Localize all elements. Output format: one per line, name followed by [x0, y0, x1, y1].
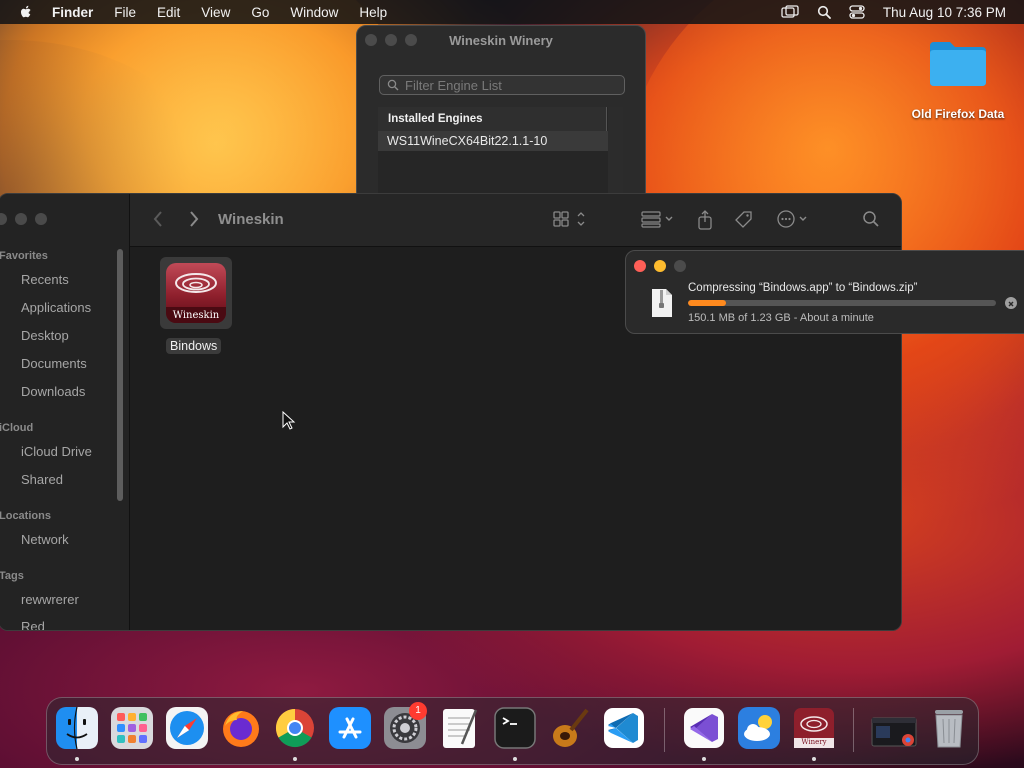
dock-running-indicator — [812, 757, 816, 761]
control-center-icon[interactable] — [849, 5, 865, 19]
wineskin-winery-window: Wineskin Winery Installed Engines WS11Wi… — [356, 25, 646, 202]
installed-engines-header[interactable]: Installed Engines — [378, 107, 607, 131]
search-icon[interactable] — [862, 210, 880, 228]
finder-toolbar: Wineskin — [130, 194, 901, 247]
group-by-icon[interactable] — [641, 210, 677, 228]
sidebar-section-locations: Locations — [0, 510, 51, 522]
desktop-folder-label: Old Firefox Data — [911, 107, 1005, 121]
dock-textedit-icon[interactable] — [438, 706, 482, 750]
dock-running-indicator — [75, 757, 79, 761]
dock-running-indicator — [513, 757, 517, 761]
sidebar-item-downloads[interactable]: Downloads — [21, 384, 85, 399]
dock-terminal-icon[interactable] — [493, 706, 537, 750]
dock-firefox-icon[interactable] — [219, 706, 263, 750]
dock-visual-studio-icon[interactable] — [682, 706, 726, 750]
dock-running-indicator — [293, 757, 297, 761]
sidebar-section-favorites: Favorites — [0, 250, 48, 262]
icon-view-icon[interactable] — [553, 210, 587, 228]
share-icon[interactable] — [697, 210, 713, 230]
close-icon — [1008, 301, 1014, 307]
dock-trash-icon[interactable] — [927, 706, 971, 750]
mouse-pointer-icon — [282, 411, 296, 430]
engine-row[interactable]: WS11WineCX64Bit22.1.1-10 — [378, 131, 608, 151]
menu-app-name[interactable]: Finder — [52, 5, 93, 20]
sidebar-section-tags: Tags — [0, 570, 24, 582]
winery-minimize-button[interactable] — [385, 34, 397, 46]
screen-mirroring-icon[interactable] — [781, 5, 799, 19]
finder-sidebar: Favorites Recents Applications Desktop D… — [0, 194, 130, 630]
progress-minimize-button[interactable] — [654, 260, 666, 272]
sidebar-item-applications[interactable]: Applications — [21, 300, 91, 315]
progress-close-button[interactable] — [634, 260, 646, 272]
menu-go[interactable]: Go — [251, 5, 269, 20]
compression-progress-panel: Compressing “Bindows.app” to “Bindows.zi… — [625, 250, 1024, 334]
dock-system-settings-icon[interactable]: 1 — [383, 702, 427, 750]
winery-close-button[interactable] — [365, 34, 377, 46]
finder-zoom-button[interactable] — [35, 213, 47, 225]
dock-separator — [664, 708, 665, 752]
forward-chevron-icon[interactable] — [188, 210, 200, 228]
dock: 1 Winery — [46, 697, 979, 765]
engine-filter-input[interactable] — [405, 77, 605, 93]
progress-message: Compressing “Bindows.app” to “Bindows.zi… — [688, 282, 918, 294]
winery-zoom-button[interactable] — [405, 34, 417, 46]
winery-titlebar[interactable]: Wineskin Winery — [357, 26, 645, 54]
dock-weather-icon[interactable] — [737, 706, 781, 750]
sidebar-item-tag-rewwrerer[interactable]: rewwrerer — [21, 592, 79, 607]
dock-launchpad-icon[interactable] — [110, 706, 154, 750]
search-icon — [387, 79, 399, 91]
finder-window-title: Wineskin — [218, 211, 284, 228]
finder-close-button[interactable] — [0, 213, 7, 225]
finder-minimize-button[interactable] — [15, 213, 27, 225]
compression-progress-bar — [688, 300, 996, 306]
sidebar-scrollbar[interactable] — [117, 249, 123, 501]
notification-badge: 1 — [409, 702, 427, 720]
sidebar-item-network[interactable]: Network — [21, 532, 69, 547]
progress-zoom-button[interactable] — [674, 260, 686, 272]
apple-menu-icon[interactable] — [18, 4, 34, 20]
spotlight-search-icon[interactable] — [817, 5, 831, 19]
menu-help[interactable]: Help — [359, 5, 387, 20]
zip-file-icon — [652, 289, 672, 317]
dock-winery-label: Winery — [801, 738, 827, 746]
bindows-app-icon[interactable]: Wineskin — [160, 257, 232, 329]
menu-edit[interactable]: Edit — [157, 5, 180, 20]
menu-bar: Finder File Edit View Go Window Help Thu… — [0, 0, 1024, 24]
engine-list-scrollbar[interactable] — [608, 107, 623, 201]
sidebar-item-documents[interactable]: Documents — [21, 356, 87, 371]
tag-icon[interactable] — [734, 210, 754, 230]
sidebar-section-icloud: iCloud — [0, 422, 34, 434]
dock-finder-icon[interactable] — [55, 706, 99, 750]
dock-safari-icon[interactable] — [165, 706, 209, 750]
sidebar-item-icloud-drive[interactable]: iCloud Drive — [21, 444, 92, 459]
menu-file[interactable]: File — [114, 5, 136, 20]
menu-window[interactable]: Window — [290, 5, 338, 20]
menu-view[interactable]: View — [201, 5, 230, 20]
sidebar-item-shared[interactable]: Shared — [21, 472, 63, 487]
wineskin-icon-text: Wineskin — [172, 310, 220, 321]
dock-garageband-icon[interactable] — [547, 706, 591, 750]
menu-bar-clock[interactable]: Thu Aug 10 7:36 PM — [883, 5, 1006, 20]
sidebar-item-tag-red[interactable]: Red — [21, 619, 45, 630]
dock-vscode-icon[interactable] — [602, 706, 646, 750]
bindows-app-label[interactable]: Bindows — [166, 338, 222, 354]
progress-detail: 150.1 MB of 1.23 GB - About a minute — [688, 312, 874, 324]
wineskin-icon: Wineskin — [166, 263, 226, 323]
sidebar-item-recents[interactable]: Recents — [21, 272, 69, 287]
dock-running-indicator — [702, 757, 706, 761]
dock-chrome-icon[interactable] — [273, 706, 317, 750]
engine-filter-field[interactable] — [379, 75, 625, 95]
installed-engines-list[interactable]: Installed Engines WS11WineCX64Bit22.1.1-… — [378, 107, 608, 201]
dock-app-store-icon[interactable] — [328, 706, 372, 750]
cancel-compression-button[interactable] — [1005, 297, 1017, 309]
dock-window-preview[interactable] — [870, 706, 917, 750]
dock-separator — [853, 708, 854, 752]
back-chevron-icon[interactable] — [152, 210, 164, 228]
dock-winery-icon[interactable]: Winery — [792, 706, 836, 750]
compression-progress-fill — [688, 300, 726, 306]
desktop-folder-old-firefox-data[interactable]: Old Firefox Data — [900, 38, 1016, 121]
more-actions-icon[interactable] — [776, 210, 812, 228]
folder-icon — [930, 42, 986, 86]
sidebar-item-desktop[interactable]: Desktop — [21, 328, 69, 343]
